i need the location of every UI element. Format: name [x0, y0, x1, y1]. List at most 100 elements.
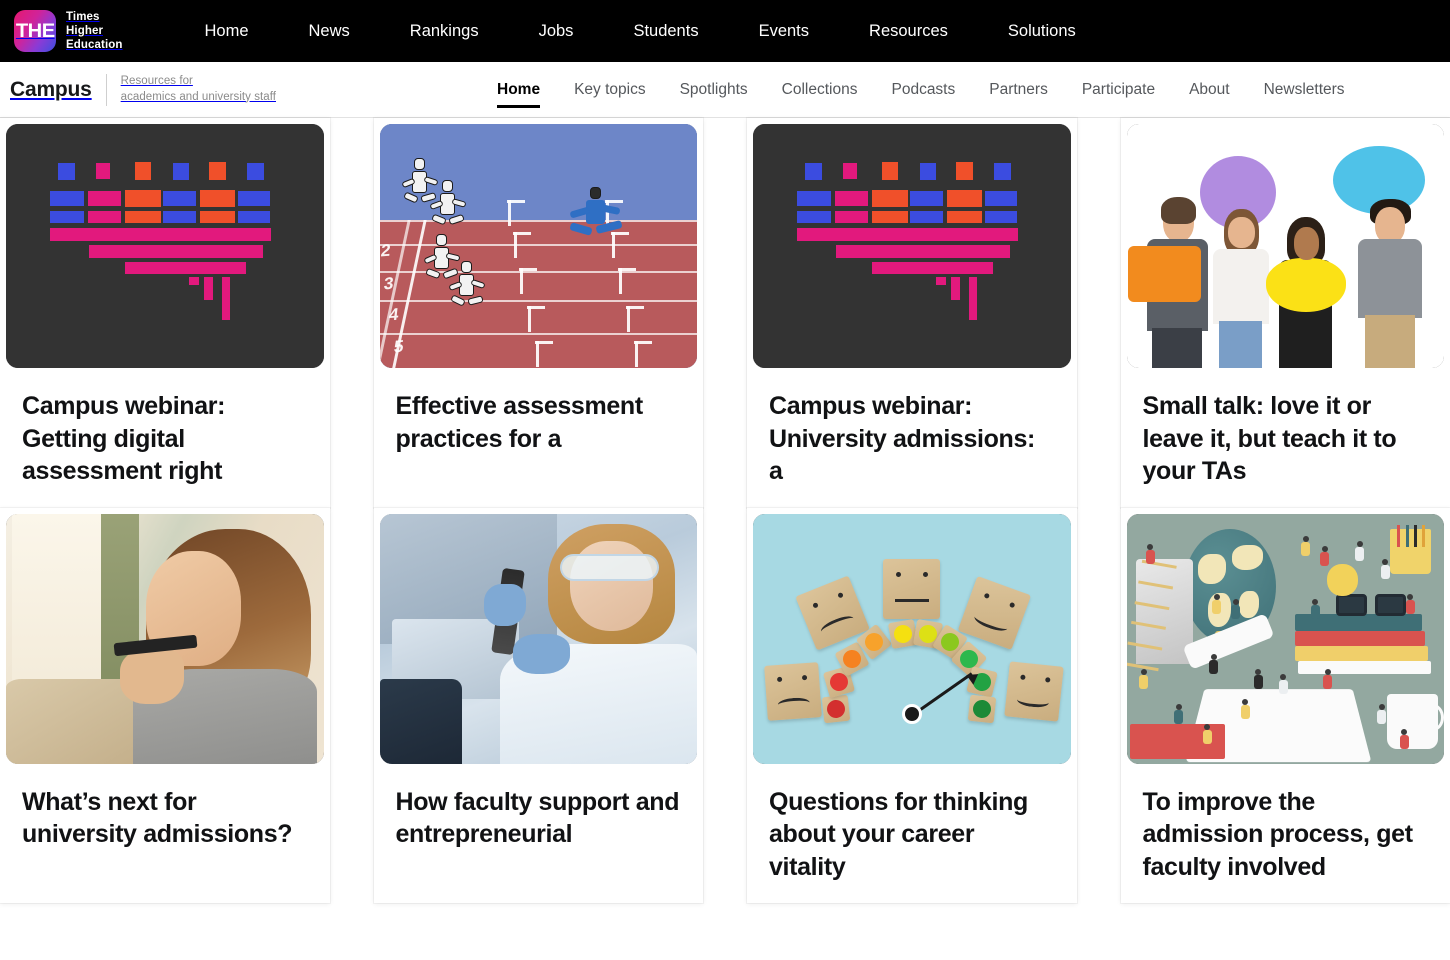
glove — [484, 583, 526, 626]
the-logo-text: THE — [15, 20, 55, 42]
tiny-person-figure — [1323, 668, 1333, 691]
sub-nav-item-participate[interactable]: Participate — [1065, 62, 1172, 117]
gauge-segment-dark-green — [967, 694, 997, 724]
global-header: THE Times Higher Education Home News Ran… — [0, 0, 1450, 62]
top-nav-item-news[interactable]: News — [279, 0, 380, 62]
pixel-art-canvas — [6, 124, 324, 368]
article-card-title[interactable]: Questions for thinking about your career… — [747, 764, 1077, 904]
tiny-person-figure — [1355, 541, 1365, 563]
tiny-person-figure — [1139, 668, 1149, 691]
isometric-art-canvas — [1126, 513, 1444, 764]
article-card[interactable]: Questions for thinking about your career… — [747, 507, 1077, 904]
campus-tagline-line-1: Resources for — [120, 75, 193, 88]
sub-nav-item-podcasts[interactable]: Podcasts — [874, 62, 972, 117]
person-figure — [1355, 198, 1425, 368]
article-card[interactable]: Campus webinar: University admissions: a — [747, 118, 1077, 508]
pixel-art-canvas — [753, 124, 1071, 368]
book-stack — [1294, 646, 1429, 661]
campus-divider — [105, 73, 107, 106]
article-card-title[interactable]: How faculty support and entrepreneurial — [374, 764, 704, 871]
isometric-education-illustration — [1126, 513, 1444, 764]
lead-runner-figure — [569, 187, 626, 249]
top-nav-item-jobs[interactable]: Jobs — [509, 0, 604, 62]
wooden-block-mood-gauge-photo — [753, 513, 1071, 764]
mood-gauge-canvas — [753, 513, 1071, 764]
laboratory-scientist-photo — [379, 513, 697, 764]
sad-face-block — [763, 661, 822, 721]
article-card[interactable]: 2 3 4 5 Effective assessment practices f… — [373, 118, 704, 508]
top-nav-item-events[interactable]: Events — [729, 0, 839, 62]
tiny-person-figure — [1231, 598, 1241, 621]
hurdles-race-illustration: 2 3 4 5 — [379, 124, 697, 368]
primary-navigation: Home News Rankings Jobs Students Events … — [175, 0, 1106, 62]
campus-subheader: Campus Resources for academics and unive… — [0, 62, 1450, 118]
yellow-speech-bubble — [1266, 258, 1346, 312]
lab-photo-canvas — [379, 513, 697, 764]
campus-tagline-line-2: academics and university staff — [120, 90, 276, 103]
lane-number: 4 — [388, 304, 400, 324]
abstract-pixel-heart-graphic — [753, 124, 1071, 368]
the-logo-link[interactable]: THE Times Higher Education — [0, 10, 123, 53]
brand-line-2: Higher — [66, 24, 104, 37]
track-art-canvas: 2 3 4 5 — [379, 124, 697, 368]
glove — [512, 633, 570, 674]
article-card[interactable]: To improve the admission process, get fa… — [1120, 507, 1450, 904]
woman-speaking-into-phone-photo — [6, 513, 324, 764]
article-grid: Campus webinar: Getting digital assessme… — [0, 118, 1450, 903]
article-card[interactable]: Small talk: love it or leave it, but tea… — [1120, 118, 1450, 508]
sub-nav-item-newsletters[interactable]: Newsletters — [1247, 62, 1362, 117]
tiny-person-figure — [1380, 558, 1390, 581]
tiny-person-figure — [1405, 593, 1415, 616]
sub-nav-item-about[interactable]: About — [1172, 62, 1247, 117]
frown-mouth — [776, 696, 811, 711]
slightly-happy-face-block — [957, 575, 1031, 650]
article-card[interactable]: Campus webinar: Getting digital assessme… — [0, 118, 330, 508]
campus-title: Campus — [10, 77, 92, 101]
article-card-title[interactable]: Campus webinar: University admissions: a — [747, 368, 1077, 508]
orange-speech-bubble — [1128, 246, 1202, 303]
article-card-title[interactable]: Effective assessment practices for a — [374, 368, 704, 475]
tiny-person-figure — [1202, 723, 1212, 746]
sub-nav-item-home[interactable]: Home — [480, 62, 557, 117]
neutral-face-block — [883, 558, 941, 619]
article-card-title[interactable]: Small talk: love it or leave it, but tea… — [1121, 368, 1450, 508]
top-nav-item-home[interactable]: Home — [175, 0, 279, 62]
book-stack — [1294, 631, 1425, 646]
article-card[interactable]: What’s next for university admissions? — [0, 507, 330, 903]
article-card[interactable]: How faculty support and entrepreneurial — [373, 507, 704, 903]
brand-line-1: Times — [66, 10, 100, 23]
gauge-segment-red — [821, 694, 851, 724]
mug-handle — [1421, 703, 1444, 731]
happy-face-block — [1004, 660, 1064, 722]
smile-mouth — [972, 610, 1010, 634]
campus-navigation: Home Key topics Spotlights Collections P… — [480, 62, 1362, 117]
tiny-person-figure — [1209, 653, 1219, 676]
campus-brand-link[interactable]: Campus Resources for academics and unive… — [0, 73, 276, 106]
tiny-person-figure — [1278, 673, 1288, 696]
top-nav-item-resources[interactable]: Resources — [839, 0, 978, 62]
smile-mouth — [1016, 692, 1050, 709]
sub-nav-item-collections[interactable]: Collections — [765, 62, 875, 117]
person-figure — [1209, 208, 1273, 368]
safety-goggles — [560, 553, 659, 581]
phone-photo-canvas — [6, 513, 324, 764]
sub-nav-item-partners[interactable]: Partners — [972, 62, 1065, 117]
frown-mouth — [819, 612, 856, 637]
people-with-speech-bubbles-photo — [1126, 124, 1444, 368]
top-nav-item-students[interactable]: Students — [603, 0, 728, 62]
lane-number: 5 — [392, 336, 405, 357]
tiny-person-figure — [1377, 703, 1387, 726]
abstract-pixel-heart-graphic — [6, 124, 324, 368]
brand-line-3: Education — [66, 39, 123, 52]
runner-figure — [429, 180, 472, 240]
top-nav-item-solutions[interactable]: Solutions — [978, 0, 1106, 62]
hand — [120, 648, 184, 704]
sub-nav-item-key-topics[interactable]: Key topics — [557, 62, 663, 117]
eyeglasses — [1336, 593, 1406, 616]
sub-nav-item-spotlights[interactable]: Spotlights — [663, 62, 765, 117]
article-card-title[interactable]: What’s next for university admissions? — [0, 764, 330, 871]
tiny-person-figure — [1212, 593, 1222, 616]
top-nav-item-rankings[interactable]: Rankings — [380, 0, 509, 62]
article-card-title[interactable]: Campus webinar: Getting digital assessme… — [0, 368, 330, 508]
article-card-title[interactable]: To improve the admission process, get fa… — [1121, 764, 1450, 904]
